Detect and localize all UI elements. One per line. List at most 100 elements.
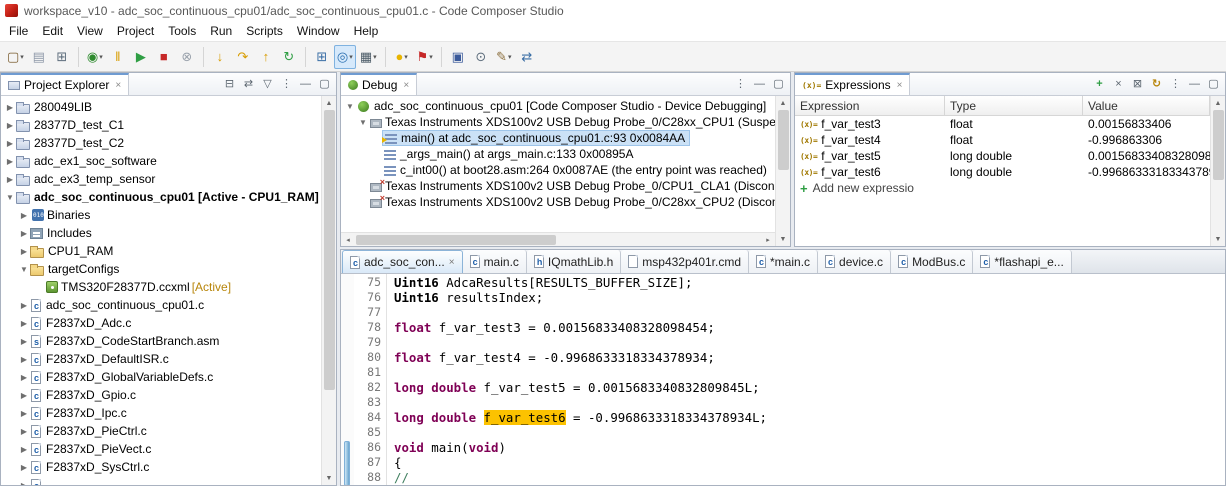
- debug-hscrollbar[interactable]: ◂ ▸: [341, 232, 775, 246]
- minimize-icon[interactable]: —: [752, 78, 767, 90]
- twistie-icon[interactable]: ▶: [4, 139, 16, 148]
- project-tree-item[interactable]: ▶ 28377D_test_C2: [1, 134, 321, 152]
- tab-project-explorer[interactable]: Project Explorer ×: [1, 73, 130, 95]
- edit-button[interactable]: ✎ ▾: [493, 45, 515, 69]
- debug-scrollbar[interactable]: ▲ ▼: [775, 96, 790, 246]
- expression-row[interactable]: (x)= f_var_test3 float 0.00156833406: [795, 116, 1210, 132]
- project-tree-item[interactable]: ▶ c F2837xD_Gpio.c: [1, 386, 321, 404]
- maximize-icon[interactable]: ▢: [771, 78, 786, 90]
- minimize-icon[interactable]: —: [298, 78, 313, 90]
- view-menu-icon[interactable]: ⋮: [733, 78, 748, 90]
- project-tree-item[interactable]: ▶ 28377D_test_C1: [1, 116, 321, 134]
- step-into-button[interactable]: ↓: [209, 45, 231, 69]
- editor-tab-modbusc[interactable]: c ModBus.c: [891, 250, 974, 273]
- debug-tree-item[interactable]: c_int00() at boot28.asm:264 0x0087AE (th…: [341, 162, 775, 178]
- code-line[interactable]: [394, 365, 1225, 380]
- code-line[interactable]: Uint16 resultsIndex;: [394, 290, 1225, 305]
- twistie-icon[interactable]: ▶: [18, 211, 30, 220]
- debug-tree-item[interactable]: ▼ Texas Instruments XDS100v2 USB Debug Pr…: [341, 114, 775, 130]
- remove-all-icon[interactable]: ⊠: [1130, 78, 1145, 90]
- project-tree-item[interactable]: ▶ CPU1_RAM: [1, 242, 321, 260]
- editor-tab-msp432p401rcmd[interactable]: msp432p401r.cmd: [621, 250, 750, 273]
- remove-icon[interactable]: ×: [1111, 78, 1126, 90]
- registers-button[interactable]: ⊞: [311, 45, 333, 69]
- project-tree-item[interactable]: ▶ c F2837xD_GlobalVariableDefs.c: [1, 368, 321, 386]
- scroll-thumb[interactable]: [356, 234, 556, 245]
- twistie-icon[interactable]: ▼: [357, 118, 369, 127]
- twistie-icon[interactable]: ▶: [18, 355, 30, 364]
- code-line[interactable]: [394, 305, 1225, 320]
- menu-scripts[interactable]: Scripts: [239, 22, 290, 40]
- project-tree-item[interactable]: ▶ c F2837xD_PieVect.c: [1, 440, 321, 458]
- suspend-button[interactable]: ‖: [107, 45, 129, 69]
- debug-tree-item[interactable]: main() at adc_soc_continuous_cpu01.c:93 …: [341, 130, 775, 146]
- twistie-icon[interactable]: ▶: [18, 445, 30, 454]
- twistie-icon[interactable]: ▼: [344, 102, 356, 111]
- view-menu-icon[interactable]: ⋮: [1168, 78, 1183, 90]
- scroll-thumb[interactable]: [1212, 110, 1224, 180]
- close-icon[interactable]: ×: [115, 80, 121, 91]
- project-tree-item[interactable]: ▶ adc_ex1_soc_software: [1, 152, 321, 170]
- close-icon[interactable]: ×: [897, 80, 903, 91]
- debug-tree-item[interactable]: _args_main() at args_main.c:133 0x00895A: [341, 146, 775, 162]
- menu-window[interactable]: Window: [290, 22, 347, 40]
- maximize-icon[interactable]: ▢: [317, 78, 332, 90]
- expression-row[interactable]: (x)= f_var_test4 float -0.996863306: [795, 132, 1210, 148]
- filter-icon[interactable]: ▽: [260, 78, 275, 90]
- code-line[interactable]: Uint16 AdcaResults[RESULTS_BUFFER_SIZE];: [394, 275, 1225, 290]
- column-header-type[interactable]: Type: [945, 96, 1083, 115]
- scroll-thumb[interactable]: [323, 110, 335, 390]
- search-button[interactable]: ⊙: [470, 45, 492, 69]
- debug-tree-item[interactable]: ▼ adc_soc_continuous_cpu01 [Code Composer…: [341, 98, 775, 114]
- tab-debug[interactable]: Debug ×: [341, 73, 418, 95]
- view-menu-icon[interactable]: ⋮: [279, 78, 294, 90]
- code-line[interactable]: void main(void): [394, 440, 1225, 455]
- menu-help[interactable]: Help: [347, 22, 386, 40]
- project-tree-item[interactable]: ▶ s F2837xD_CodeStartBranch.asm: [1, 332, 321, 350]
- scroll-up-icon[interactable]: ▲: [1211, 96, 1225, 110]
- expression-row[interactable]: (x)= f_var_test5 long double 0.001568334083…: [795, 148, 1210, 164]
- editor-tab-flashapie[interactable]: c *flashapi_e...: [973, 250, 1072, 273]
- project-tree-item[interactable]: ▶ c adc_soc_continuous_cpu01.c: [1, 296, 321, 314]
- twistie-icon[interactable]: ▶: [18, 409, 30, 418]
- twistie-icon[interactable]: ▶: [4, 175, 16, 184]
- twistie-icon[interactable]: ▶: [18, 373, 30, 382]
- twistie-icon[interactable]: ▼: [18, 265, 30, 274]
- project-tree-item[interactable]: ▶c: [1, 476, 321, 485]
- breakpoints-button[interactable]: ⚑ ▾: [414, 45, 436, 69]
- menu-file[interactable]: File: [2, 22, 35, 40]
- print-button[interactable]: ⊞: [51, 45, 73, 69]
- restart-button[interactable]: ↻: [278, 45, 300, 69]
- twistie-icon[interactable]: ▶: [18, 463, 30, 472]
- code-line[interactable]: float f_var_test3 = 0.001568334083280984…: [394, 320, 1225, 335]
- code-line[interactable]: //: [394, 470, 1225, 485]
- project-tree-item[interactable]: ▶ c F2837xD_Adc.c: [1, 314, 321, 332]
- line-number-ruler[interactable]: 75 76 77 78 79 80 81 82 83 84 85 86 87 88: [354, 274, 387, 485]
- project-explorer-scrollbar[interactable]: ▲ ▼: [321, 96, 336, 485]
- maximize-icon[interactable]: ▢: [1206, 78, 1221, 90]
- project-tree-item[interactable]: ▶ c F2837xD_Ipc.c: [1, 404, 321, 422]
- twistie-icon[interactable]: ▶: [4, 103, 16, 112]
- menu-tools[interactable]: Tools: [161, 22, 203, 40]
- save-button[interactable]: ▤: [28, 45, 50, 69]
- project-tree-item[interactable]: TMS320F28377D.ccxml [Active]: [1, 278, 321, 296]
- twistie-icon[interactable]: ▶: [18, 229, 30, 238]
- code-line[interactable]: long double f_var_test5 = 0.001568334083…: [394, 380, 1225, 395]
- column-header-value[interactable]: Value: [1083, 96, 1210, 115]
- close-icon[interactable]: ×: [403, 80, 409, 91]
- column-header-expression[interactable]: Expression: [795, 96, 945, 115]
- terminate-button[interactable]: ■: [153, 45, 175, 69]
- menu-view[interactable]: View: [70, 22, 110, 40]
- scroll-right-icon[interactable]: ▸: [761, 233, 775, 247]
- debug-tree-item[interactable]: Texas Instruments XDS100v2 USB Debug Pro…: [341, 193, 775, 210]
- flash-button[interactable]: ● ▾: [391, 45, 413, 69]
- scroll-thumb[interactable]: [777, 110, 789, 170]
- project-tree-item[interactable]: ▶ Binaries: [1, 206, 321, 224]
- project-tree-item[interactable]: ▶ 280049LIB: [1, 98, 321, 116]
- debug-button[interactable]: ◉ ▾: [84, 45, 106, 69]
- project-tree-item[interactable]: ▶ adc_ex3_temp_sensor: [1, 170, 321, 188]
- editor-tab-devicec[interactable]: c device.c: [818, 250, 892, 273]
- memory-browser-button[interactable]: ▦ ▾: [357, 45, 380, 69]
- tab-expressions[interactable]: (x)= Expressions ×: [795, 73, 911, 95]
- twistie-icon[interactable]: ▶: [18, 337, 30, 346]
